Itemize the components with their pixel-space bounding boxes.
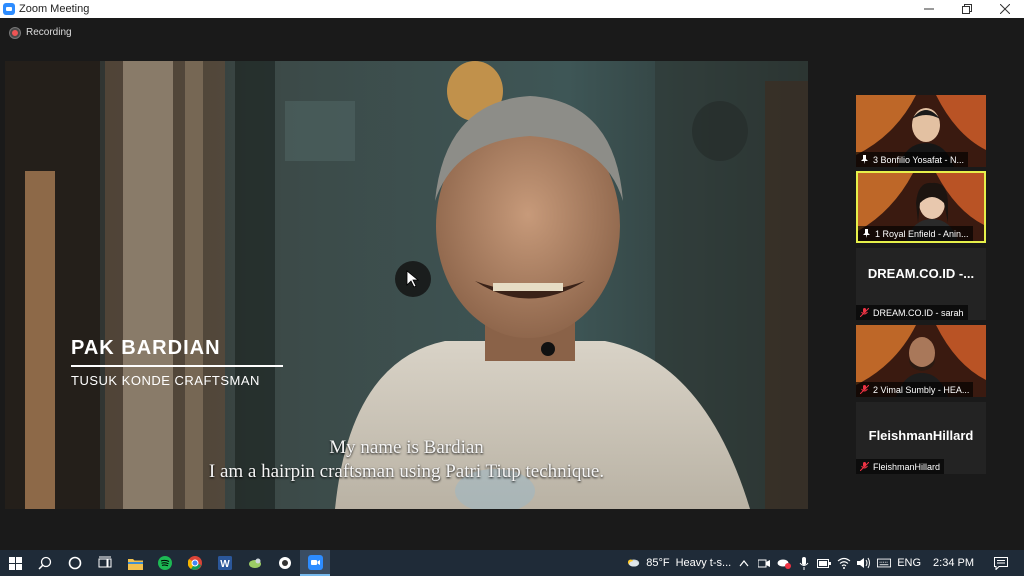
bird-app-icon bbox=[249, 558, 261, 568]
task-view-icon bbox=[98, 556, 112, 568]
wifi-icon[interactable] bbox=[837, 556, 851, 570]
participant-name: DREAM.CO.ID - sarah bbox=[873, 307, 964, 318]
windows-taskbar: W 85°F Heavy t-s... ENG 2:34 PM bbox=[0, 550, 1024, 576]
close-icon bbox=[1000, 4, 1010, 14]
close-button[interactable] bbox=[986, 0, 1024, 18]
participant-name: 3 Bonfilio Yosafat - N... bbox=[873, 154, 965, 165]
search-button[interactable] bbox=[30, 550, 60, 576]
lower-third: PAK BARDIAN TUSUK KONDE CRAFTSMAN bbox=[71, 337, 283, 388]
weather-icon[interactable] bbox=[626, 556, 640, 570]
taskbar-zoom[interactable] bbox=[300, 550, 330, 576]
cortana-button[interactable] bbox=[60, 550, 90, 576]
clock-time[interactable]: 2:34 PM bbox=[933, 557, 974, 569]
cortana-icon bbox=[68, 556, 82, 570]
chrome-icon bbox=[188, 556, 202, 570]
taskbar-chrome[interactable] bbox=[180, 550, 210, 576]
window-title: Zoom Meeting bbox=[19, 3, 90, 15]
restore-button[interactable] bbox=[948, 0, 986, 18]
microphone-icon[interactable] bbox=[797, 556, 811, 570]
participant-tile-active-speaker[interactable]: 1 Royal Enfield - Anin... bbox=[856, 171, 986, 243]
taskbar-app-bird[interactable] bbox=[240, 550, 270, 576]
camera-icon[interactable] bbox=[757, 556, 771, 570]
start-button[interactable] bbox=[0, 550, 30, 576]
participant-tile[interactable]: 3 Bonfilio Yosafat - N... bbox=[856, 95, 986, 167]
cloud-alert-icon[interactable] bbox=[777, 556, 792, 570]
participant-display-label: FleishmanHillard bbox=[868, 428, 974, 443]
lower-third-divider bbox=[71, 365, 283, 367]
input-language[interactable]: ENG bbox=[897, 557, 921, 569]
participant-tile[interactable]: 2 Vimal Sumbly - HEA... bbox=[856, 325, 986, 397]
restore-icon bbox=[962, 4, 972, 14]
recording-dot-icon bbox=[10, 27, 20, 38]
participant-name-bar: 2 Vimal Sumbly - HEA... bbox=[856, 382, 974, 397]
participant-tile[interactable]: FleishmanHillard FleishmanHillard bbox=[856, 402, 986, 474]
meeting-area: Recording PAK BARDIAN TUSUK KONDE CRAFTS… bbox=[0, 18, 1024, 550]
subtitle-line-1: My name is Bardian bbox=[329, 437, 484, 458]
media-app-icon bbox=[279, 557, 291, 569]
participant-name-bar: FleishmanHillard bbox=[856, 459, 945, 474]
lower-third-name: PAK BARDIAN bbox=[71, 337, 221, 359]
weather-description[interactable]: Heavy t-s... bbox=[676, 557, 732, 569]
window-titlebar: Zoom Meeting bbox=[0, 0, 1024, 18]
weather-temperature[interactable]: 85°F bbox=[646, 557, 669, 569]
mic-muted-icon bbox=[860, 308, 869, 317]
participant-name: 2 Vimal Sumbly - HEA... bbox=[873, 384, 970, 395]
svg-text:W: W bbox=[220, 559, 230, 570]
taskbar-word[interactable]: W bbox=[210, 550, 240, 576]
pin-icon bbox=[861, 155, 868, 164]
windows-logo-icon bbox=[8, 556, 22, 570]
taskbar-file-explorer[interactable] bbox=[120, 550, 150, 576]
search-icon bbox=[38, 556, 52, 570]
taskbar-spotify[interactable] bbox=[150, 550, 180, 576]
participant-name-bar: 1 Royal Enfield - Anin... bbox=[858, 226, 973, 241]
volume-icon[interactable] bbox=[857, 556, 871, 570]
recording-indicator[interactable]: Recording bbox=[10, 27, 72, 38]
mic-muted-icon bbox=[860, 462, 869, 471]
battery-icon[interactable] bbox=[817, 556, 832, 570]
mic-muted-icon bbox=[860, 385, 869, 394]
folder-icon bbox=[127, 558, 143, 570]
participant-name-bar: 3 Bonfilio Yosafat - N... bbox=[856, 152, 969, 167]
recording-label: Recording bbox=[26, 27, 72, 38]
mouse-cursor-icon bbox=[395, 261, 431, 297]
spotify-icon bbox=[158, 556, 172, 570]
word-icon: W bbox=[218, 556, 232, 570]
pin-icon bbox=[863, 229, 870, 238]
minimize-icon bbox=[924, 8, 934, 10]
task-view-button[interactable] bbox=[90, 550, 120, 576]
minimize-button[interactable] bbox=[910, 0, 948, 18]
notification-center-icon[interactable] bbox=[994, 556, 1008, 570]
participant-name: 1 Royal Enfield - Anin... bbox=[875, 228, 969, 239]
window-controls bbox=[910, 0, 1024, 18]
participant-display-label: DREAM.CO.ID -... bbox=[867, 266, 975, 281]
main-video[interactable]: PAK BARDIAN TUSUK KONDE CRAFTSMAN My nam… bbox=[5, 61, 808, 509]
system-tray: 85°F Heavy t-s... ENG 2:34 PM bbox=[626, 550, 1024, 576]
show-hidden-icons-chevron-up-icon[interactable] bbox=[737, 556, 751, 570]
subtitle-line-2: I am a hairpin craftsman using Patri Tiu… bbox=[208, 461, 605, 482]
participant-name: FleishmanHillard bbox=[873, 461, 941, 472]
participant-tile[interactable]: DREAM.CO.ID -... DREAM.CO.ID - sarah bbox=[856, 248, 986, 320]
zoom-app-icon bbox=[3, 3, 15, 15]
zoom-icon bbox=[307, 554, 323, 570]
participant-name-bar: DREAM.CO.ID - sarah bbox=[856, 305, 968, 320]
taskbar-app-media[interactable] bbox=[270, 550, 300, 576]
lower-third-role: TUSUK KONDE CRAFTSMAN bbox=[71, 373, 260, 388]
keyboard-icon[interactable] bbox=[877, 556, 892, 570]
